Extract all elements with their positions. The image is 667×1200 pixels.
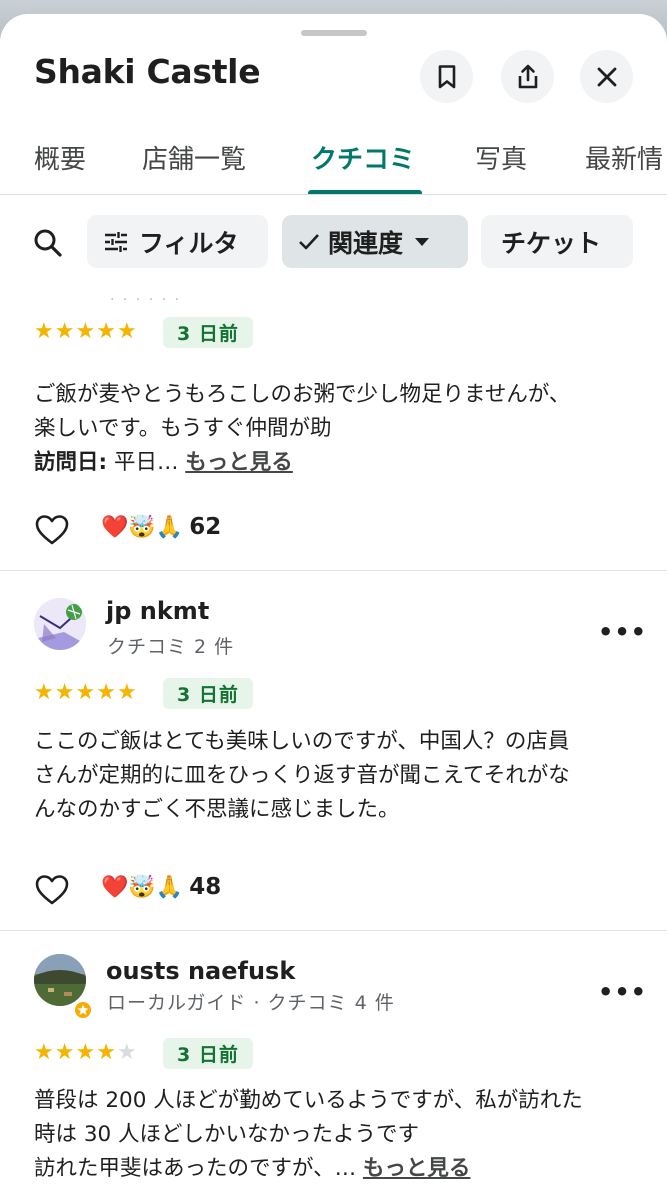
review-text-line: さんが定期的に皿をひっくり返す音が聞こえてそれがな	[34, 763, 570, 788]
tab-overview[interactable]: 概要	[34, 139, 86, 176]
reaction-emojis: ❤️🤯🙏	[101, 874, 184, 900]
like-heart-icon[interactable]	[34, 512, 70, 548]
review-text: ご飯が麦やとうもろこしのお粥で少し物足りませんが、 楽しいです。もうすぐ仲間が助…	[34, 378, 634, 480]
tab-bar: 概要 店舗一覧 クチコミ 写真 最新情	[0, 122, 667, 194]
reaction-count: 48	[189, 874, 222, 900]
filter-chip-label: フィルタ	[139, 228, 239, 258]
reaction-count: 62	[189, 514, 222, 540]
star-icon: ★	[54, 680, 75, 705]
sort-chip[interactable]: 関連度	[282, 215, 468, 268]
reviewer-name[interactable]: jp nkmt	[106, 597, 209, 625]
rating-stars: ★ ★ ★ ★ ★	[34, 1042, 138, 1064]
date-badge: 3 日前	[163, 317, 253, 348]
review-text-line: 訪れた甲斐はあったのですが、… もっと見る	[34, 1152, 634, 1186]
star-icon: ★	[34, 680, 54, 705]
tune-icon	[105, 231, 127, 252]
rating-stars: ★ ★ ★ ★ ★	[34, 682, 138, 704]
star-icon: ★	[75, 319, 96, 344]
star-icon: ★	[96, 319, 116, 344]
tab-stores[interactable]: 店舗一覧	[142, 139, 246, 176]
close-icon	[597, 67, 616, 86]
more-link[interactable]: もっと見る	[185, 450, 293, 475]
star-icon: ★	[34, 319, 54, 344]
review-text-line: んなのかすごく不思議に感じました。	[34, 797, 400, 822]
reviewer-name[interactable]: ousts naefusk	[106, 957, 295, 985]
visit-line: 訪問日: 平日… もっと見る	[34, 446, 634, 480]
star-icon: ★	[75, 680, 96, 705]
review-text-line: 時は 30 人ほどしかいなかったようです	[34, 1122, 420, 1147]
review-text-line: 普段は 200 人ほどが勤めているようですが、私が訪れた	[34, 1088, 583, 1113]
ticket-chip[interactable]: チケット	[481, 215, 633, 268]
ticket-chip-label: チケット	[501, 228, 602, 258]
share-icon	[518, 64, 537, 88]
star-icon: ★	[116, 680, 137, 705]
reaction-emojis: ❤️🤯🙏	[101, 514, 184, 540]
review-text-line: ここのご飯はとても美味しいのですが、中国人？の店員	[34, 729, 570, 754]
star-icon: ★	[34, 1040, 54, 1065]
visit-value: 平日…	[107, 450, 186, 475]
search-icon[interactable]	[32, 227, 64, 259]
reactions[interactable]: ❤️🤯🙏 48	[101, 874, 221, 900]
reviewer-meta: クチコミ 2 件	[107, 636, 235, 658]
review-text: ここのご飯はとても美味しいのですが、中国人？の店員 さんが定期的に皿をひっくり返…	[34, 725, 634, 827]
review-divider	[0, 570, 667, 571]
review-text: 普段は 200 人ほどが勤めているようですが、私が訪れた 時は 30 人ほどしか…	[34, 1084, 634, 1186]
close-button[interactable]	[580, 50, 633, 103]
review-divider	[0, 930, 667, 931]
save-button[interactable]	[420, 50, 473, 103]
local-guide-badge-icon	[73, 1000, 93, 1020]
star-icon: ★	[96, 1040, 116, 1065]
tab-updates[interactable]: 最新情	[585, 139, 663, 176]
tabs-divider	[0, 194, 667, 195]
date-badge: 3 日前	[163, 678, 253, 709]
reviewer-meta: ローカルガイド · クチコミ 4 件	[107, 992, 395, 1014]
star-icon: ★	[75, 1040, 96, 1065]
more-options-icon[interactable]: •••	[598, 618, 647, 646]
review-text-line: 楽しいです。もうすぐ仲間が助	[34, 416, 332, 441]
star-empty-icon: ★	[116, 1040, 137, 1065]
rating-stars: ★ ★ ★ ★ ★	[34, 321, 138, 343]
place-sheet: Shaki Castle 概要 店舗一覧 クチコミ 写真 最新情 フィルタ 関連…	[0, 14, 667, 1200]
visit-label: 訪問日:	[34, 450, 108, 475]
avatar[interactable]	[34, 598, 86, 650]
star-icon: ★	[54, 319, 75, 344]
tab-reviews[interactable]: クチコミ	[311, 139, 415, 176]
avatar-image	[34, 598, 86, 650]
check-icon	[299, 233, 319, 249]
reactions[interactable]: ❤️🤯🙏 62	[101, 514, 221, 540]
truncated-text-fragment: · · · · · ·	[110, 292, 181, 308]
place-title: Shaki Castle	[34, 52, 261, 91]
like-heart-icon[interactable]	[34, 872, 70, 908]
star-icon: ★	[116, 319, 137, 344]
share-button[interactable]	[501, 50, 554, 103]
more-options-icon[interactable]: •••	[598, 978, 647, 1006]
bookmark-icon	[438, 64, 455, 88]
tab-photos[interactable]: 写真	[475, 139, 527, 176]
dropdown-arrow-icon	[415, 237, 430, 246]
filter-chip[interactable]: フィルタ	[87, 215, 268, 268]
star-icon: ★	[96, 680, 116, 705]
review-text-line: ご飯が麦やとうもろこしのお粥で少し物足りませんが、	[34, 382, 571, 407]
drag-handle[interactable]	[301, 30, 367, 36]
review-text-tail: 訪れた甲斐はあったのですが、…	[34, 1156, 363, 1181]
sort-chip-label: 関連度	[328, 228, 404, 258]
star-icon: ★	[54, 1040, 75, 1065]
more-link[interactable]: もっと見る	[363, 1156, 471, 1181]
date-badge: 3 日前	[163, 1038, 253, 1069]
